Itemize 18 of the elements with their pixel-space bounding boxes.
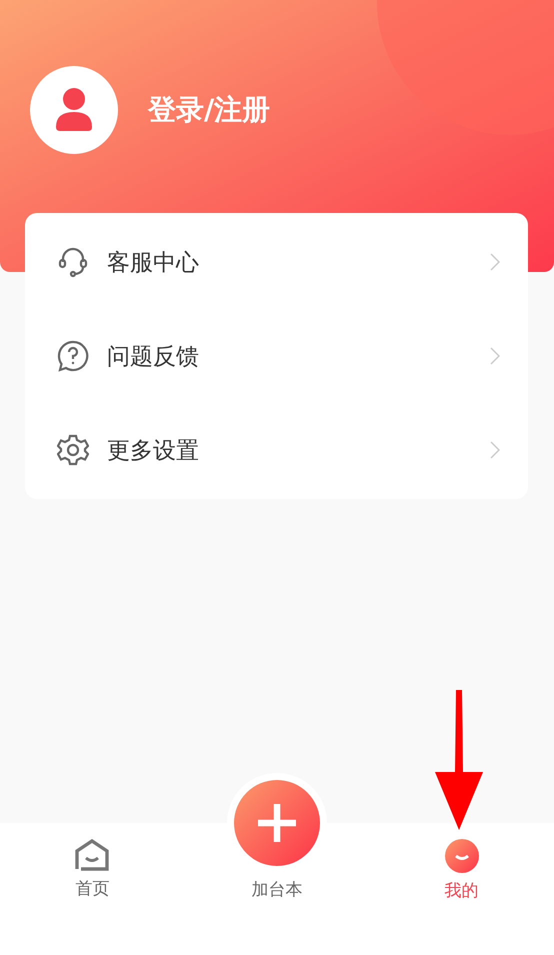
tab-item[interactable]: 首页: [0, 823, 185, 955]
headset-icon: [57, 246, 89, 278]
menu-label: 问题反馈: [107, 342, 200, 372]
chevron-right-icon: [490, 347, 500, 365]
chevron-right-icon: [490, 441, 500, 459]
menu-label: 客服中心: [107, 248, 200, 278]
smile-icon: [444, 839, 479, 873]
tab-item[interactable]: 我的: [369, 823, 554, 955]
chevron-right-icon: [490, 253, 500, 271]
menu-label: 更多设置: [107, 436, 200, 466]
question-bubble-icon: [57, 340, 89, 372]
menu-item[interactable]: 问题反馈: [25, 309, 528, 403]
settings-icon: [57, 434, 89, 466]
house-icon: [74, 839, 110, 871]
menu-item[interactable]: 客服中心: [25, 215, 528, 309]
add-icon: [234, 780, 320, 866]
menu-item[interactable]: 更多设置: [25, 403, 528, 497]
tab-item[interactable]: 加台本: [184, 773, 370, 955]
